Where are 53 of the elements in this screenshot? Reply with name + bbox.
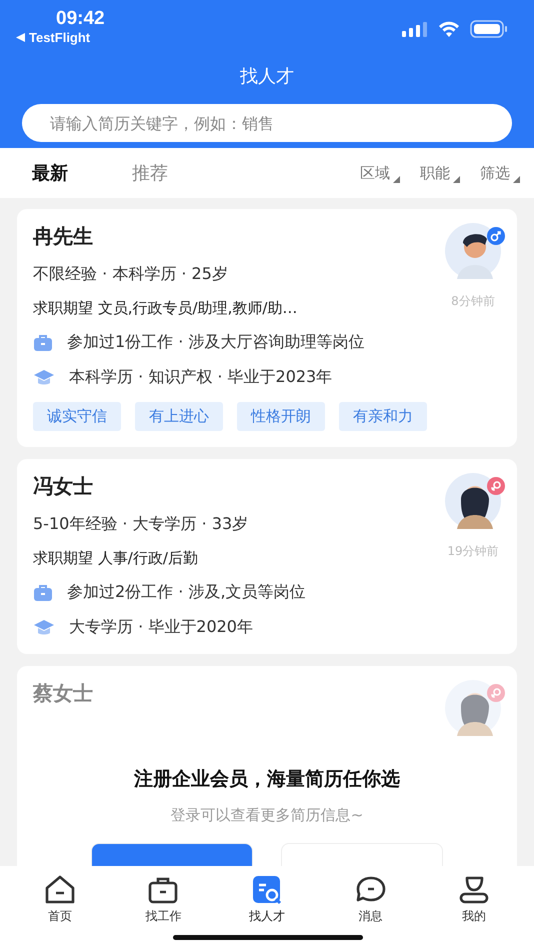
candidate-info: 不限经验 · 本科学历 · 25岁 — [33, 264, 229, 285]
dropdown-triangle-icon — [513, 176, 520, 182]
candidate-name: 蔡女士 — [33, 680, 93, 707]
candidate-card[interactable]: 冉先生 不限经验 · 本科学历 · 25岁 求职期望 文员,行政专员/助理,教师/助… 8分钟前 参加过1份工作 · 涉及大厅咨询助理等岗位 本科学历 · 知识产权 · 毕业于2023年 诚实守信 有上进心 性格开朗 有亲和力 — [17, 209, 517, 447]
female-icon — [487, 477, 505, 495]
wifi-icon — [438, 21, 460, 37]
trait-tag: 诚实守信 — [33, 402, 121, 431]
filter-dropdown[interactable]: 筛选 — [480, 164, 520, 182]
back-arrow-icon — [16, 33, 25, 42]
promo-title: 注册企业会员，海量简历任你选 — [134, 767, 400, 792]
male-icon — [487, 227, 505, 245]
signal-icon — [402, 21, 428, 37]
filter-dropdown[interactable]: 区域 — [360, 164, 400, 182]
candidate-info: 5-10年经验 · 大专学历 · 33岁 — [33, 514, 248, 535]
candidate-name: 冯女士 — [33, 473, 94, 500]
battery-icon — [470, 20, 508, 38]
tab[interactable]: 推荐 — [132, 161, 168, 185]
briefcase-icon — [33, 334, 53, 352]
education-info: 大专学历 · 毕业于2020年 — [69, 617, 253, 638]
candidate-card[interactable]: 蔡女士 — [17, 666, 517, 752]
job-expectation: 求职期望 文员,行政专员/助理,教师/助… — [33, 299, 298, 318]
post-time: 19分钟前 — [447, 543, 499, 560]
candidate-card[interactable]: 冯女士 5-10年经验 · 大专学历 · 33岁 求职期望 人事/行政/后勤 19分钟前 参加过2份工作 · 涉及,文员等岗位 大专学历 · 毕业于2020年 — [17, 459, 517, 654]
trait-tag: 有亲和力 — [339, 402, 427, 431]
back-to-app-link[interactable]: TestFlight — [16, 30, 105, 45]
education-info: 本科学历 · 知识产权 · 毕业于2023年 — [69, 367, 332, 388]
nav-tab[interactable]: 首页 — [14, 870, 105, 950]
dropdown-triangle-icon — [453, 176, 460, 182]
search-field[interactable]: 请输入简历关键字，例如：销售 — [22, 104, 512, 142]
nav-tab[interactable]: 找工作 — [118, 870, 208, 950]
candidate-name: 冉先生 — [33, 223, 94, 250]
promo-subtitle: 登录可以查看更多简历信息~ — [170, 806, 364, 825]
nav-tab[interactable]: 我的 — [429, 870, 520, 950]
tab[interactable]: 最新 — [32, 161, 68, 185]
graduation-cap-icon — [33, 368, 55, 386]
avatar — [445, 680, 501, 736]
trait-tag: 性格开朗 — [237, 402, 325, 431]
home-icon — [42, 874, 77, 906]
work-experience: 参加过2份工作 · 涉及,文员等岗位 — [67, 582, 306, 603]
avatar — [445, 473, 501, 529]
work-experience: 参加过1份工作 · 涉及大厅咨询助理等岗位 — [67, 332, 364, 353]
post-time: 8分钟前 — [451, 293, 495, 310]
nav-tab[interactable]: 消息 — [326, 870, 416, 950]
status-time: 09:42 — [55, 8, 105, 30]
female-icon — [487, 684, 505, 702]
dropdown-triangle-icon — [393, 176, 400, 182]
page-title: 找人才 — [239, 65, 295, 88]
briefcase-icon — [33, 584, 53, 602]
graduation-cap-icon — [33, 618, 55, 636]
trait-tag: 有上进心 — [135, 402, 223, 431]
filter-dropdown[interactable]: 职能 — [420, 164, 460, 182]
job-expectation: 求职期望 人事/行政/后勤 — [33, 549, 199, 568]
avatar — [445, 223, 501, 279]
